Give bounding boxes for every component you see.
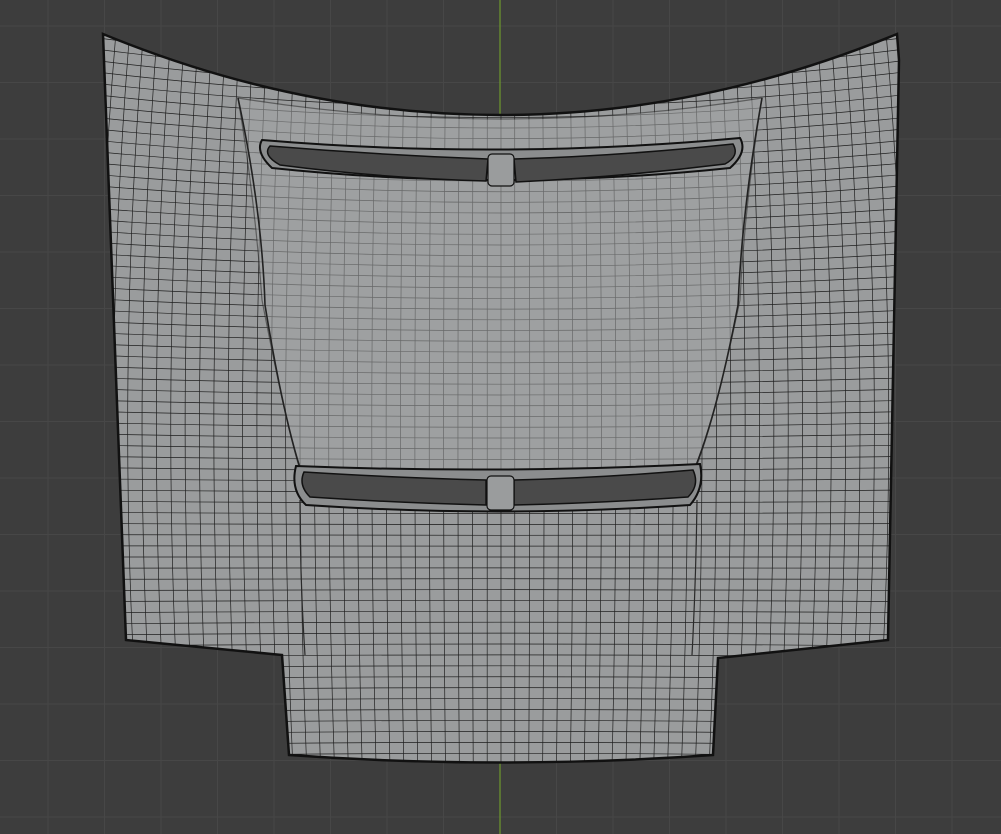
- 3d-viewport[interactable]: [0, 0, 1001, 834]
- bottom-vent[interactable]: [293, 462, 703, 513]
- viewport-canvas[interactable]: [0, 0, 1001, 834]
- top-vent-divider: [487, 153, 515, 187]
- bottom-vent-divider: [486, 475, 515, 511]
